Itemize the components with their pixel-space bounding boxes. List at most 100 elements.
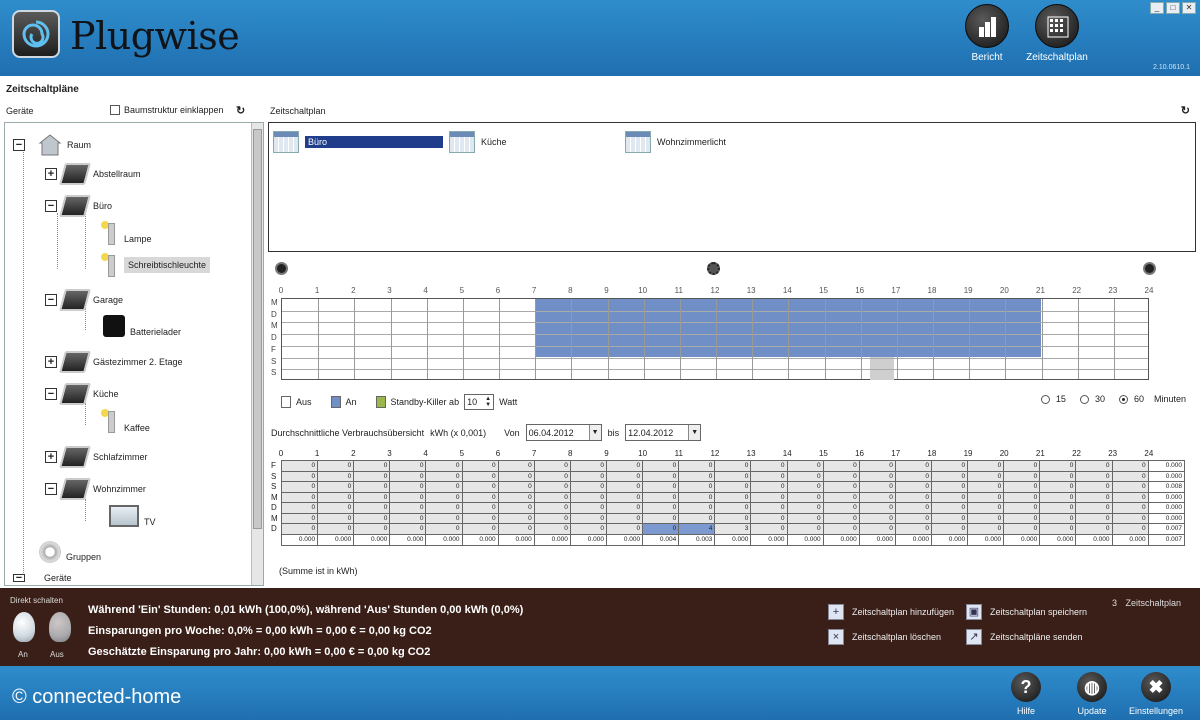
schedule-item-label[interactable]: Büro — [305, 136, 443, 148]
tree-item-kaffee[interactable]: Kaffee — [99, 409, 150, 433]
grid-column-line — [752, 299, 754, 379]
consumption-sum-cell: 0.000 — [1075, 533, 1113, 546]
send-schedules-button[interactable]: ↗ Zeitschaltpläne senden — [966, 629, 1083, 645]
refresh-icon[interactable]: ↻ — [1181, 104, 1190, 117]
to-date-picker[interactable]: 12.04.2012 ▼ — [625, 424, 702, 441]
interval-30-radio[interactable] — [1079, 394, 1089, 404]
legend-standby-swatch[interactable] — [375, 396, 386, 408]
help-button[interactable]: ? Hilfe — [996, 672, 1056, 716]
scrollbar-thumb[interactable] — [253, 129, 262, 529]
tree-item-kueche[interactable]: − Küche — [45, 383, 119, 405]
bulb-off-icon[interactable] — [49, 612, 71, 642]
collapse-icon[interactable]: − — [13, 139, 25, 151]
collapse-checkbox[interactable] — [110, 105, 120, 115]
consumption-cell: 0.000 — [1147, 460, 1186, 472]
room-icon — [59, 446, 91, 468]
consumption-cell: 0 — [497, 512, 535, 524]
consumption-hour-label: 21 — [1035, 449, 1045, 458]
add-schedule-button[interactable]: + Zeitschaltplan hinzufügen — [828, 604, 954, 620]
report-button[interactable]: Bericht — [952, 4, 1022, 63]
collapse-icon[interactable]: − — [45, 200, 57, 212]
tree-item-geraete[interactable]: − Geräte — [13, 573, 72, 584]
schedule-item-kueche[interactable]: Küche — [449, 131, 507, 153]
schedule-item-wohnzimmerlicht[interactable]: Wohnzimmerlicht — [625, 131, 726, 153]
consumption-sum-cell: 0.000 — [858, 533, 896, 546]
collapse-icon[interactable]: − — [45, 294, 57, 306]
save-schedule-button[interactable]: ▣ Zeitschaltplan speichern — [966, 604, 1087, 620]
tree-item-abstellraum[interactable]: + Abstellraum — [45, 163, 141, 185]
interval-60-label: 60 — [1133, 394, 1144, 404]
consumption-cell: 0 — [533, 502, 571, 514]
consumption-hour-label: 10 — [638, 449, 648, 458]
consumption-cell: 0 — [317, 491, 355, 503]
watt-unit: Watt — [499, 397, 518, 407]
consumption-cell: 0 — [425, 491, 463, 503]
hour-tick-label: 8 — [568, 286, 573, 295]
consumption-cell: 0 — [533, 470, 571, 482]
consumption-cell: 0 — [894, 523, 932, 535]
tree-item-gruppen[interactable]: Gruppen — [39, 541, 101, 563]
consumption-sum-cell: 0.007 — [1147, 533, 1186, 546]
collapse-icon[interactable]: − — [45, 483, 57, 495]
close-button[interactable]: ✕ — [1182, 2, 1196, 14]
collapse-tree-toggle[interactable]: Baumstruktur einklappen — [110, 105, 224, 115]
consumption-cell: 0 — [317, 481, 355, 493]
watt-stepper[interactable]: 10 ▲ ▼ — [464, 394, 495, 410]
expand-icon[interactable]: + — [45, 451, 57, 463]
tree-item-lampe[interactable]: Lampe — [99, 221, 152, 245]
consumption-cell: 0 — [389, 481, 427, 493]
grid-row-line — [282, 345, 1148, 347]
tree-item-schlafzimmer[interactable]: + Schlafzimmer — [45, 446, 148, 468]
expand-icon[interactable]: + — [45, 168, 57, 180]
consumption-sum-cell: 0.000 — [894, 533, 932, 546]
consumption-cell: 0 — [714, 491, 752, 503]
dropdown-arrow-icon[interactable]: ▼ — [688, 425, 701, 440]
consumption-sum-cell: 0.004 — [642, 533, 680, 546]
dropdown-arrow-icon[interactable]: ▼ — [588, 425, 601, 440]
schedule-button[interactable]: Zeitschaltplan — [1022, 4, 1092, 63]
tree-item-wohnzimmer[interactable]: − Wohnzimmer — [45, 478, 146, 500]
from-date-picker[interactable]: 06.04.2012 ▼ — [525, 424, 602, 441]
collapse-icon[interactable]: − — [45, 388, 57, 400]
maximize-button[interactable]: □ — [1166, 2, 1180, 14]
hour-tick-label: 24 — [1144, 286, 1154, 295]
consumption-cell: 0 — [822, 491, 860, 503]
stepper-arrows-icon[interactable]: ▲ ▼ — [485, 396, 491, 408]
consumption-cell: 0 — [1111, 481, 1149, 493]
bulb-on-icon[interactable] — [13, 612, 35, 642]
refresh-icon[interactable]: ↻ — [236, 104, 245, 117]
consumption-cell: 0 — [425, 502, 463, 514]
schedule-grid-icon — [1035, 4, 1079, 48]
save-schedule-label: Zeitschaltplan speichern — [990, 607, 1088, 617]
settings-button[interactable]: ✖ Einstellungen — [1126, 672, 1186, 716]
tree-item-buero[interactable]: − Büro — [45, 195, 112, 217]
tree-item-batterielader[interactable]: Batterielader — [103, 315, 181, 337]
schedule-item-buero[interactable]: Büro — [273, 131, 443, 153]
consumption-sum-cell: 0.000 — [1111, 533, 1149, 546]
expand-icon[interactable]: + — [45, 356, 57, 368]
interval-15-radio[interactable] — [1040, 394, 1050, 404]
consumption-sum-cell: 0.000 — [967, 533, 1005, 546]
legend-on-swatch[interactable] — [330, 396, 341, 408]
tree-scrollbar[interactable] — [251, 123, 263, 585]
tree-item-garage[interactable]: − Garage — [45, 289, 123, 311]
collapse-icon[interactable]: − — [13, 573, 25, 584]
consumption-sum-cell: 0.000 — [714, 533, 752, 546]
day-letter: S — [271, 356, 277, 366]
schedule-grid[interactable] — [281, 298, 1149, 380]
consumption-sum-cell: 0.000 — [533, 533, 571, 546]
delete-schedule-button[interactable]: × Zeitschaltplan löschen — [828, 629, 941, 645]
minimize-button[interactable]: _ — [1150, 2, 1164, 14]
interval-unit: Minuten — [1153, 394, 1186, 404]
consumption-sum-cell: 0.000 — [786, 533, 824, 546]
tree-item-schreibtischleuchte[interactable]: Schreibtischleuchte — [99, 253, 211, 277]
tree-item-tv[interactable]: TV — [109, 505, 156, 527]
tree-item-gaestezimmer[interactable]: + Gästezimmer 2. Etage — [45, 351, 183, 373]
delete-x-icon: × — [828, 629, 844, 645]
interval-60-radio[interactable] — [1118, 394, 1128, 404]
tree-item-raum[interactable]: − Raum — [13, 133, 91, 157]
update-button[interactable]: ◍ Update — [1062, 672, 1122, 716]
consumption-cell: 0 — [822, 523, 860, 535]
consumption-hour-label: 11 — [674, 449, 683, 458]
consumption-day-letter: M — [271, 492, 278, 502]
